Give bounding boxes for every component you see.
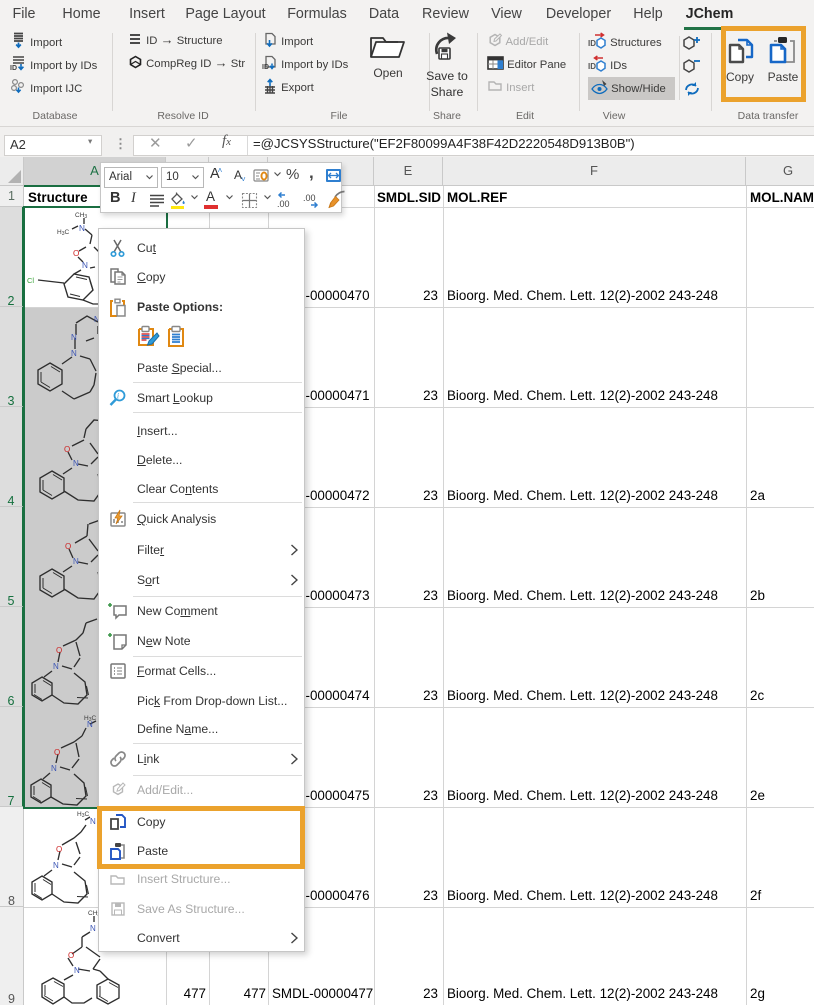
svg-text:N: N [74,966,80,975]
svg-text:O: O [64,445,70,454]
svg-text:.00: .00 [303,193,316,203]
svg-text:N: N [90,817,96,826]
svg-text:O: O [65,542,71,551]
svg-text:ID: ID [10,65,17,72]
svg-text:N: N [51,764,57,773]
svg-text:O: O [56,845,62,854]
svg-text:N: N [73,459,79,468]
svg-text:N: N [82,261,88,270]
svg-text:ID: ID [588,62,596,71]
svg-text:ID: ID [588,39,596,48]
svg-text:O: O [73,249,79,258]
svg-text:O: O [54,748,60,757]
svg-text:H3C: H3C [57,229,69,237]
svg-text:O: O [56,646,62,655]
svg-text:N: N [87,720,93,729]
svg-text:N: N [79,224,85,233]
svg-text:N: N [71,333,77,342]
svg-text:N: N [73,557,79,566]
svg-text:i: i [117,392,119,401]
svg-text:N: N [53,861,59,870]
svg-text:ID: ID [262,64,269,71]
svg-text:N: N [71,349,77,358]
svg-text:.00: .00 [277,199,290,209]
svg-text:CH3: CH3 [75,212,87,220]
svg-text:O: O [68,951,74,960]
svg-text:Cl: Cl [27,276,34,285]
svg-text:N: N [53,662,59,671]
svg-text:N: N [90,924,96,933]
